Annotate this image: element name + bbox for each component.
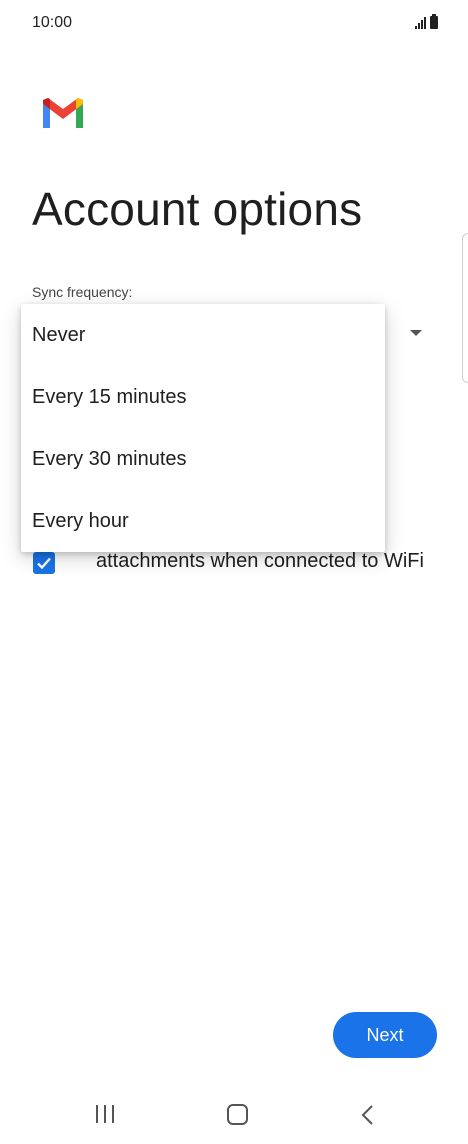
- signal-icon: [415, 17, 426, 29]
- recents-icon[interactable]: [96, 1105, 114, 1123]
- scrollbar[interactable]: [462, 233, 468, 383]
- menu-option-every-15-minutes[interactable]: Every 15 minutes: [21, 366, 385, 428]
- download-attachments-checkbox[interactable]: [33, 552, 55, 574]
- check-icon: [37, 557, 51, 570]
- sync-frequency-menu: Never Every 15 minutes Every 30 minutes …: [21, 304, 385, 552]
- status-time: 10:00: [32, 14, 73, 31]
- battery-icon: [430, 14, 438, 29]
- menu-option-every-hour[interactable]: Every hour: [21, 490, 385, 552]
- status-icons: [415, 14, 438, 29]
- menu-option-never[interactable]: Never: [21, 304, 385, 366]
- navigation-bar: [0, 1090, 468, 1136]
- home-icon[interactable]: [227, 1104, 248, 1125]
- caret-down-icon[interactable]: [410, 330, 422, 336]
- page-title: Account options: [32, 183, 363, 235]
- sync-frequency-label: Sync frequency:: [32, 284, 133, 300]
- back-icon[interactable]: [360, 1104, 374, 1126]
- next-button[interactable]: Next: [333, 1012, 437, 1058]
- menu-option-every-30-minutes[interactable]: Every 30 minutes: [21, 428, 385, 490]
- gmail-logo: [43, 98, 83, 128]
